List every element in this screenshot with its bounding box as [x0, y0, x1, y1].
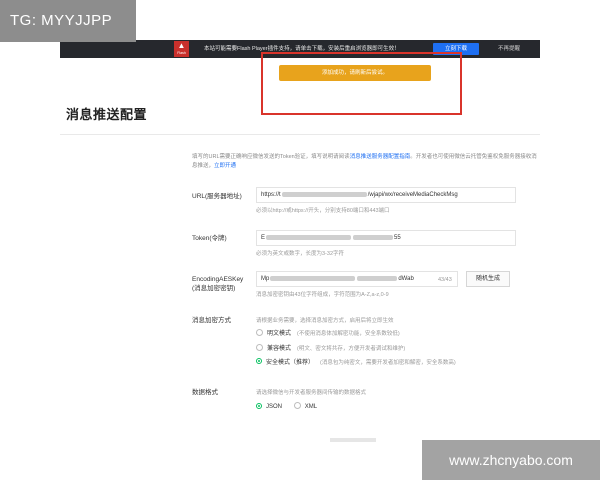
redacted-blur	[357, 275, 398, 281]
random-generate-button[interactable]: 随机生成	[466, 271, 510, 287]
flash-warning-icon: ▲ Flash	[174, 41, 189, 57]
radio-compatible-mode[interactable]: 兼容模式 (明文、密文将共存，方便开发者调试和维护)	[256, 344, 406, 354]
radio-label: 安全模式（推荐）	[266, 360, 315, 366]
radio-label: XML	[304, 404, 318, 411]
open-now-link[interactable]: 立即开通	[214, 163, 236, 169]
url-input[interactable]: https://t/wjapi/wx/receiveMediaCheckMsg	[256, 187, 516, 203]
footer-button-edge	[330, 438, 376, 442]
url-hint: 必须以http://或https://开头，分别支持80端口和443端口	[256, 208, 390, 214]
highlight-box	[261, 52, 462, 115]
encryption-label: 消息加密方式	[192, 317, 231, 324]
radio-desc: (明文、密文将共存，方便开发者调试和维护)	[297, 346, 406, 353]
token-value-suffix: 55	[394, 235, 401, 241]
radio-desc: (不使用消息体加解密功能，安全系数较低)	[297, 331, 400, 338]
aes-label-sub: (消息加密密钥)	[192, 285, 236, 292]
radio-circle[interactable]	[256, 344, 263, 351]
token-value-prefix: E	[261, 235, 266, 241]
radio-circle[interactable]	[293, 402, 301, 409]
encryption-hint: 请根据业务需要，选择消息加密方式，启用后将立即生效	[256, 318, 394, 324]
radio-plaintext-mode[interactable]: 明文模式 (不使用消息体加解密功能，安全系数较低)	[256, 329, 400, 339]
radio-circle-selected[interactable]	[256, 402, 262, 409]
config-guide-link[interactable]: 消息推送服务器配置指南	[350, 154, 411, 160]
redacted-blur	[266, 234, 352, 240]
aes-label: EncodingAESKey	[192, 276, 244, 283]
radio-json[interactable]: JSON	[256, 402, 283, 412]
data-format-hint: 请选择微信与开发者服务器间传输的数据格式	[256, 390, 367, 396]
radio-label: 明文模式	[267, 331, 292, 338]
radio-xml[interactable]: XML	[293, 402, 318, 412]
aes-char-counter: 43/43	[438, 277, 452, 283]
radio-secure-mode[interactable]: 安全模式（推荐） (消息包为纯密文，需要开发者加密和解密，安全系数高)	[256, 358, 456, 368]
flash-icon-label: Flash	[177, 51, 186, 55]
aes-hint: 消息加密密钥由43位字符组成，字符范围为A-Z,a-z,0-9	[256, 292, 389, 298]
aes-value-prefix: Mp	[261, 276, 270, 282]
token-hint: 必须为英文或数字，长度为3-32字符	[256, 251, 345, 257]
watermark-bottom-right: www.zhcnyabo.com	[422, 440, 600, 480]
radio-label: 兼容模式	[267, 346, 292, 353]
radio-circle-selected[interactable]	[256, 358, 262, 365]
page-title: 消息推送配置	[66, 107, 148, 122]
intro-text: 填写的URL需要正确响应微信发送的Token验证，填写说明请阅读消息推送服务器配…	[192, 153, 540, 171]
divider	[60, 134, 540, 135]
url-value-prefix: https://t	[261, 192, 281, 198]
redacted-blur	[353, 234, 394, 240]
radio-desc: (消息包为纯密文，需要开发者加密和解密，安全系数高)	[320, 360, 456, 366]
url-value-suffix: /wjapi/wx/receiveMediaCheckMsg	[367, 192, 458, 198]
redacted-blur	[270, 275, 356, 281]
redacted-blur	[281, 191, 367, 197]
intro-text-part1: 填写的URL需要正确响应微信发送的Token验证，填写说明请阅读	[192, 154, 350, 160]
token-input[interactable]: E 55	[256, 230, 516, 246]
dismiss-link[interactable]: 不再提醒	[498, 43, 520, 55]
radio-circle[interactable]	[256, 329, 263, 336]
url-label: URL(服务器地址)	[192, 193, 242, 200]
aes-key-input[interactable]: Mp dWab	[256, 271, 458, 287]
watermark-top-left: TG: MYYJJPP	[0, 0, 136, 42]
aes-value-suffix: dWab	[398, 276, 414, 282]
radio-label: JSON	[266, 404, 283, 411]
format-radio-group: JSON XML	[256, 402, 327, 412]
token-label: Token(令牌)	[192, 235, 227, 242]
data-format-label: 数据格式	[192, 389, 218, 396]
wechat-admin-page: ▲ Flash 本站可能需要Flash Player插件支持，请单击下载，安装后重…	[60, 40, 540, 442]
